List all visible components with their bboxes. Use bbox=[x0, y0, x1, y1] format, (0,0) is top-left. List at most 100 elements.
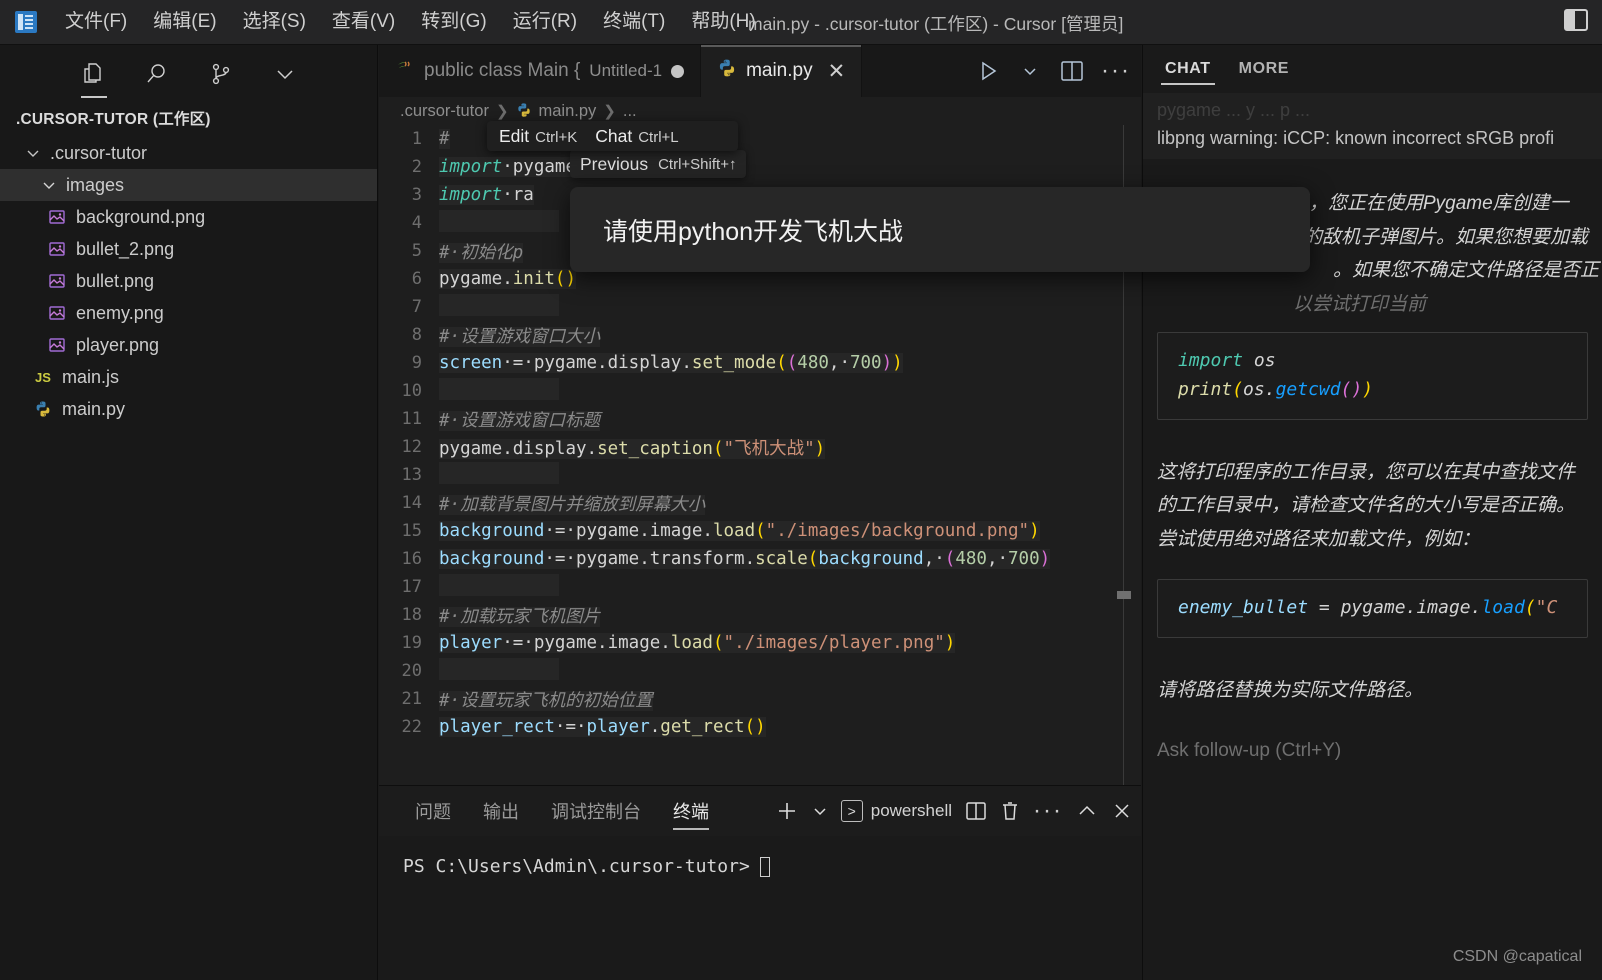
terminal-cursor bbox=[760, 857, 770, 877]
more-actions-icon[interactable]: ··· bbox=[1101, 65, 1131, 77]
sidebar-toolbar bbox=[0, 45, 377, 97]
chevron-down-icon[interactable] bbox=[270, 59, 300, 89]
image-file-icon bbox=[44, 208, 70, 226]
chat-code-block-2[interactable]: enemy_bullet = pygame.image.load("C bbox=[1157, 579, 1588, 638]
image-file-icon bbox=[44, 272, 70, 290]
line-number: 10 bbox=[379, 381, 439, 401]
tab-more[interactable]: MORE bbox=[1235, 45, 1293, 93]
breadcrumb-folder[interactable]: .cursor-tutor bbox=[400, 102, 489, 121]
code-line-text bbox=[439, 210, 559, 237]
line-number: 20 bbox=[379, 661, 439, 681]
tree-item-label: main.py bbox=[62, 399, 125, 420]
chat-code-line: enemy_bullet = pygame.image.load("C bbox=[1178, 594, 1587, 623]
menu-edit[interactable]: 编辑(E) bbox=[140, 7, 229, 38]
title-bar: 文件(F) 编辑(E) 选择(S) 查看(V) 转到(G) 运行(R) 终端(T… bbox=[0, 0, 1602, 45]
chat-code-block-1[interactable]: import osprint(os.getcwd()) bbox=[1157, 332, 1588, 420]
window-title: main.py - .cursor-tutor (工作区) - Cursor [… bbox=[748, 11, 1123, 36]
image-file-icon bbox=[44, 304, 70, 322]
menu-selection[interactable]: 选择(S) bbox=[230, 7, 319, 38]
chevron-down-icon bbox=[22, 142, 44, 164]
popup-action-chat[interactable]: Chat Ctrl+L bbox=[595, 126, 678, 147]
code-line-text bbox=[439, 462, 559, 489]
tab-untitled-1[interactable]: public class Main { Untitled-1 bbox=[379, 45, 701, 97]
previous-tooltip: Previous Ctrl+Shift+↑ bbox=[570, 150, 746, 178]
tab-chat[interactable]: CHAT bbox=[1161, 45, 1215, 93]
menu-go[interactable]: 转到(G) bbox=[408, 7, 499, 38]
tree-item-enemy-png[interactable]: enemy.png bbox=[0, 297, 377, 329]
line-number: 17 bbox=[379, 577, 439, 597]
popup-action-edit[interactable]: Edit Ctrl+K bbox=[499, 126, 577, 147]
breadcrumb-file[interactable]: main.py bbox=[539, 102, 597, 121]
terminal-shell-selector[interactable]: > powershell bbox=[841, 800, 952, 822]
panel-tab-output[interactable]: 输出 bbox=[467, 786, 535, 836]
prompt-input-popup[interactable]: 请使用python开发飞机大战 bbox=[570, 187, 1310, 272]
tree-item-bullet-png[interactable]: bullet.png bbox=[0, 265, 377, 297]
code-line: 17 bbox=[379, 573, 1141, 601]
code-line-text: #·初始化p bbox=[439, 239, 523, 264]
chat-output-line: pygame ... y ... p ... bbox=[1143, 97, 1602, 125]
panel-tab-terminal[interactable]: 终端 bbox=[657, 786, 725, 836]
edit-chat-popup[interactable]: Edit Ctrl+K Chat Ctrl+L bbox=[487, 121, 738, 151]
menu-view[interactable]: 查看(V) bbox=[319, 7, 408, 38]
code-line-text: #·设置游戏窗口标题 bbox=[439, 407, 600, 432]
tree-item-main-py[interactable]: main.py bbox=[0, 393, 377, 425]
spacer bbox=[1143, 161, 1602, 187]
tree-item-images[interactable]: images bbox=[0, 169, 377, 201]
code-line-text: #·设置游戏窗口大小 bbox=[439, 323, 600, 348]
more-actions-icon[interactable]: ··· bbox=[1033, 805, 1063, 817]
line-number: 1 bbox=[379, 129, 439, 149]
menu-terminal[interactable]: 终端(T) bbox=[590, 7, 678, 38]
tree-item-background-png[interactable]: background.png bbox=[0, 201, 377, 233]
line-number: 19 bbox=[379, 633, 439, 653]
code-line: 22player_rect·=·player.get_rect() bbox=[379, 713, 1141, 741]
workspace-title: .CURSOR-TUTOR (工作区) bbox=[0, 97, 377, 135]
tree-item-cursor-tutor[interactable]: .cursor-tutor bbox=[0, 137, 377, 169]
split-terminal-icon[interactable] bbox=[965, 801, 987, 821]
scrollbar-thumb[interactable] bbox=[1117, 591, 1131, 599]
line-number: 21 bbox=[379, 689, 439, 709]
panel-tab-problems[interactable]: 问题 bbox=[399, 786, 467, 836]
panel-layout-icon[interactable] bbox=[1564, 9, 1588, 31]
chevron-down-icon bbox=[38, 174, 60, 196]
line-number: 4 bbox=[379, 213, 439, 233]
breadcrumb-more[interactable]: ... bbox=[623, 102, 637, 121]
close-icon[interactable]: ✕ bbox=[828, 61, 846, 82]
menu-bar: 文件(F) 编辑(E) 选择(S) 查看(V) 转到(G) 运行(R) 终端(T… bbox=[52, 7, 769, 38]
search-icon[interactable] bbox=[142, 59, 172, 89]
chat-followup-input[interactable]: Ask follow-up (Ctrl+Y) bbox=[1143, 740, 1602, 762]
chevron-down-icon[interactable] bbox=[812, 803, 828, 819]
menu-run[interactable]: 运行(R) bbox=[500, 7, 590, 38]
tab-dirty-indicator[interactable] bbox=[671, 65, 684, 78]
trash-icon[interactable] bbox=[1000, 800, 1020, 822]
close-icon[interactable] bbox=[1111, 800, 1133, 822]
tab-title: main.py bbox=[746, 60, 813, 82]
python-file-icon bbox=[516, 102, 532, 121]
code-line: 10 bbox=[379, 377, 1141, 405]
chat-terminal-output: pygame ... y ... p ... libpng warning: i… bbox=[1143, 93, 1602, 159]
split-editor-icon[interactable] bbox=[1059, 58, 1085, 84]
tree-item-player-png[interactable]: player.png bbox=[0, 329, 377, 361]
chat-paragraph-2: 这将打印程序的工作目录，您可以在其中查找文件 的工作目录中，请检查文件名的大小写… bbox=[1143, 456, 1602, 557]
previous-shortcut: Ctrl+Shift+↑ bbox=[658, 156, 736, 173]
terminal-output[interactable]: PS C:\Users\Admin\.cursor-tutor> bbox=[379, 836, 1141, 877]
tree-item-main-js[interactable]: JS main.js bbox=[0, 361, 377, 393]
source-control-icon[interactable] bbox=[206, 59, 236, 89]
menu-file[interactable]: 文件(F) bbox=[52, 7, 140, 38]
image-file-icon bbox=[44, 240, 70, 258]
tree-item-bullet-2-png[interactable]: bullet_2.png bbox=[0, 233, 377, 265]
panel-tab-bar: 问题 输出 调试控制台 终端 > powershell bbox=[379, 786, 1141, 836]
explorer-icon[interactable] bbox=[78, 59, 108, 89]
js-file-icon: JS bbox=[30, 370, 56, 385]
code-line: 11#·设置游戏窗口标题 bbox=[379, 405, 1141, 433]
code-line-text: # bbox=[439, 129, 450, 149]
chat-paragraph-line: 以尝试打印当前 bbox=[1143, 288, 1602, 322]
panel-tab-debug-console[interactable]: 调试控制台 bbox=[535, 786, 657, 836]
code-line: 12pygame.display.set_caption("飞机大战") bbox=[379, 433, 1141, 461]
tab-main-py[interactable]: main.py ✕ bbox=[701, 45, 862, 97]
plus-icon[interactable] bbox=[775, 799, 799, 823]
chevron-up-icon[interactable] bbox=[1076, 800, 1098, 822]
chevron-down-icon[interactable] bbox=[1017, 58, 1043, 84]
run-icon[interactable] bbox=[975, 58, 1001, 84]
editor-tab-bar: public class Main { Untitled-1 main.py ✕ bbox=[379, 45, 1141, 97]
terminal-prompt-text: PS C:\Users\Admin\.cursor-tutor> bbox=[403, 856, 750, 877]
